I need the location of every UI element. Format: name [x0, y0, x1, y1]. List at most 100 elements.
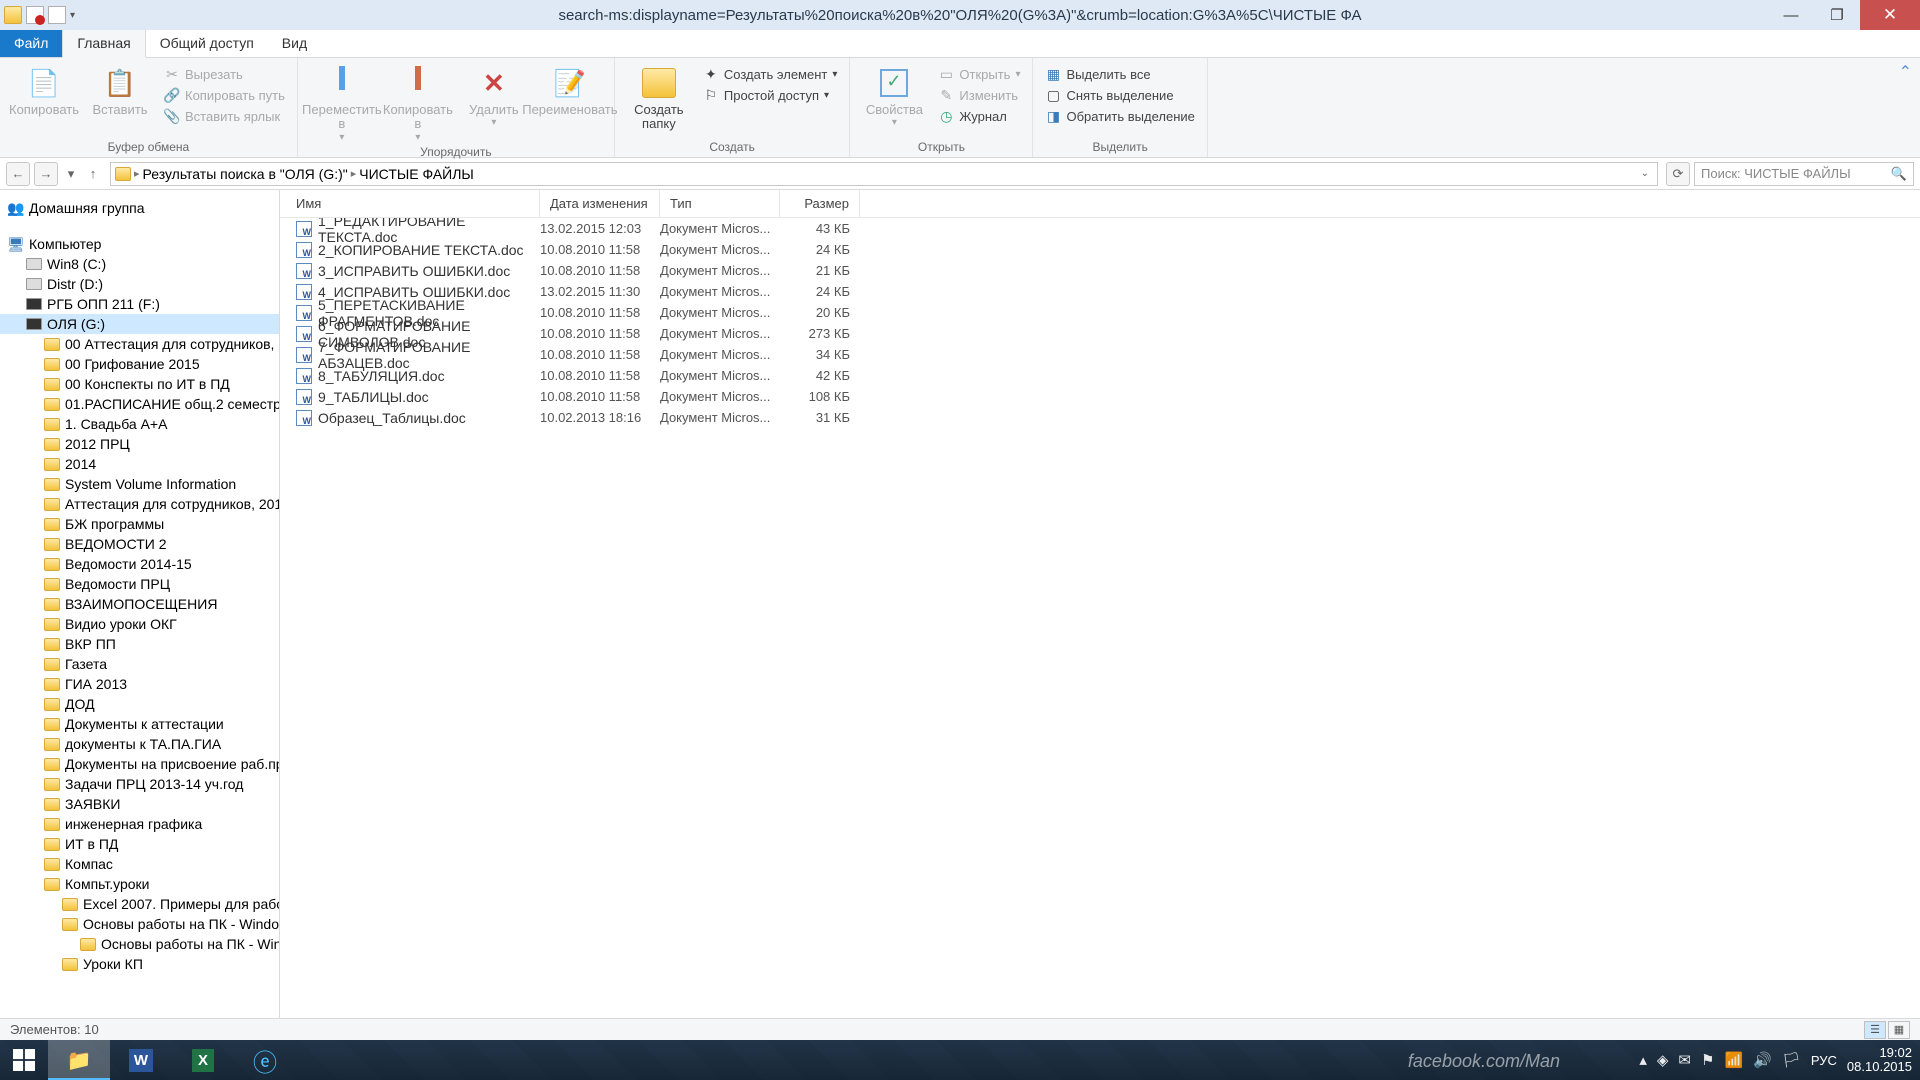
tray-icon[interactable]: ✉ [1678, 1051, 1691, 1069]
file-row[interactable]: 1_РЕДАКТИРОВАНИЕ ТЕКСТА.doc13.02.2015 12… [280, 218, 1920, 239]
tree-item[interactable]: ДОД [0, 694, 279, 714]
chevron-right-icon[interactable]: ▸ [134, 167, 140, 180]
tab-view[interactable]: Вид [268, 29, 321, 57]
ribbon-collapse-icon[interactable]: ⌃ [1891, 58, 1920, 157]
maximize-button[interactable]: ❐ [1814, 0, 1860, 30]
tree-item[interactable]: ЗАЯВКИ [0, 794, 279, 814]
nav-forward-button[interactable]: → [34, 162, 58, 186]
tray-network-icon[interactable]: 📶 [1724, 1051, 1743, 1069]
qat-dropdown-icon[interactable]: ▾ [70, 10, 75, 21]
start-button[interactable] [0, 1040, 48, 1080]
col-date[interactable]: Дата изменения [540, 190, 660, 217]
tray-icon[interactable]: ◈ [1657, 1051, 1669, 1069]
tree-item[interactable]: ВКР ПП [0, 634, 279, 654]
tab-share[interactable]: Общий доступ [146, 29, 268, 57]
tree-item[interactable]: 00 Грифование 2015 [0, 354, 279, 374]
tray-flag-icon[interactable]: 🏳 [1782, 1051, 1801, 1069]
tree-item[interactable]: 00 Конспекты по ИТ в ПД [0, 374, 279, 394]
search-input[interactable]: Поиск: ЧИСТЫЕ ФАЙЛЫ 🔍 [1694, 162, 1914, 186]
tree-item[interactable]: документы к ТА.ПА.ГИА [0, 734, 279, 754]
properties-button[interactable]: Свойства▾ [858, 62, 930, 128]
delete-button[interactable]: ✕Удалить▾ [458, 62, 530, 128]
tree-item[interactable]: Основы работы на ПК - Windows XI [0, 914, 279, 934]
tab-file[interactable]: Файл [0, 29, 62, 57]
tree-item[interactable]: инженерная графика [0, 814, 279, 834]
paste-shortcut-button[interactable]: 📎Вставить ярлык [160, 107, 289, 125]
close-button[interactable]: ✕ [1860, 0, 1920, 30]
file-row[interactable]: 3_ИСПРАВИТЬ ОШИБКИ.doc10.08.2010 11:58До… [280, 260, 1920, 281]
nav-back-button[interactable]: ← [6, 162, 30, 186]
select-invert-button[interactable]: ◨Обратить выделение [1041, 107, 1198, 125]
col-size[interactable]: Размер [780, 190, 860, 217]
qat-new-icon[interactable] [48, 6, 66, 24]
select-none-button[interactable]: ▢Снять выделение [1041, 86, 1198, 104]
tree-item[interactable]: Основы работы на ПК - Windows [0, 934, 279, 954]
tray-up-icon[interactable]: ▴ [1639, 1051, 1647, 1069]
easy-access-button[interactable]: ⚐Простой доступ▾ [699, 86, 842, 104]
tree-item[interactable]: ВЗАИМОПОСЕЩЕНИЯ [0, 594, 279, 614]
tree-item[interactable]: Ведомости 2014-15 [0, 554, 279, 574]
view-details-button[interactable]: ☰ [1864, 1021, 1886, 1039]
tray-lang[interactable]: РУС [1811, 1053, 1837, 1068]
edit-button[interactable]: ✎Изменить [934, 86, 1024, 104]
col-type[interactable]: Тип [660, 190, 780, 217]
task-ie[interactable]: ⓔ [234, 1040, 296, 1080]
move-to-button[interactable]: Переместить в▾ [306, 62, 378, 143]
tree-item[interactable]: Win8 (C:) [0, 254, 279, 274]
history-button[interactable]: ◷Журнал [934, 107, 1024, 125]
tree-item[interactable]: ГИА 2013 [0, 674, 279, 694]
tree-item[interactable]: System Volume Information [0, 474, 279, 494]
tree-item[interactable]: 1. Свадьба А+А [0, 414, 279, 434]
tree-item[interactable]: ВЕДОМОСТИ 2 [0, 534, 279, 554]
select-all-button[interactable]: ▦Выделить все [1041, 65, 1198, 83]
view-large-button[interactable]: ▦ [1888, 1021, 1910, 1039]
tree-item[interactable]: 01.РАСПИСАНИЕ общ.2 семестр [0, 394, 279, 414]
tree-item[interactable]: Excel 2007. Примеры для работы [0, 894, 279, 914]
open-button[interactable]: ▭Открыть▾ [934, 65, 1024, 83]
col-name[interactable]: Имя [280, 190, 540, 217]
refresh-button[interactable]: ⟳ [1666, 162, 1690, 186]
tree-item[interactable]: 2012 ПРЦ [0, 434, 279, 454]
file-row[interactable]: 7_ФОРМАТИРОВАНИЕ АБЗАЦЕВ.doc10.08.2010 1… [280, 344, 1920, 365]
paste-button[interactable]: 📋Вставить [84, 62, 156, 117]
tree-item[interactable]: Документы к аттестации [0, 714, 279, 734]
address-dropdown-icon[interactable]: ⌄ [1637, 168, 1653, 179]
copy-to-button[interactable]: Копировать в▾ [382, 62, 454, 143]
tree-item[interactable]: Ведомости ПРЦ [0, 574, 279, 594]
cut-button[interactable]: ✂Вырезать [160, 65, 289, 83]
qat-folder-icon[interactable] [4, 6, 22, 24]
breadcrumb-2[interactable]: ЧИСТЫЕ ФАЙЛЫ [359, 166, 474, 182]
tray-icon[interactable]: ⚑ [1701, 1051, 1714, 1069]
task-excel[interactable]: X [172, 1040, 234, 1080]
tree-item[interactable]: Компьт.уроки [0, 874, 279, 894]
tree-item[interactable]: ИТ в ПД [0, 834, 279, 854]
tree-item[interactable]: 00 Аттестация для сотрудников, 2014 [0, 334, 279, 354]
rename-button[interactable]: 📝Переименовать [534, 62, 606, 117]
file-row[interactable]: 2_КОПИРОВАНИЕ ТЕКСТА.doc10.08.2010 11:58… [280, 239, 1920, 260]
tab-home[interactable]: Главная [62, 28, 145, 58]
tree-item[interactable]: Задачи ПРЦ 2013-14 уч.год [0, 774, 279, 794]
file-row[interactable]: Образец_Таблицы.doc10.02.2013 18:16Докум… [280, 407, 1920, 428]
tray-clock[interactable]: 19:02 08.10.2015 [1847, 1046, 1912, 1075]
tray-volume-icon[interactable]: 🔊 [1753, 1051, 1772, 1069]
tree-item[interactable]: ОЛЯ (G:) [0, 314, 279, 334]
task-explorer[interactable]: 📁 [48, 1040, 110, 1080]
tree-item[interactable]: Аттестация для сотрудников, 2014 [0, 494, 279, 514]
task-word[interactable]: W [110, 1040, 172, 1080]
tree-item[interactable]: РГБ ОПП 211 (F:) [0, 294, 279, 314]
file-row[interactable]: 8_ТАБУЛЯЦИЯ.doc10.08.2010 11:58Документ … [280, 365, 1920, 386]
new-item-button[interactable]: ✦Создать элемент▾ [699, 65, 842, 83]
nav-up-button[interactable]: ↑ [84, 162, 102, 186]
tree-item[interactable]: 👥Домашняя группа [0, 198, 279, 218]
tree-item[interactable]: Компас [0, 854, 279, 874]
new-folder-button[interactable]: Создать папку [623, 62, 695, 132]
nav-recent-dropdown[interactable]: ▾ [62, 162, 80, 186]
tree-item[interactable]: 🖥Компьютер [0, 234, 279, 254]
minimize-button[interactable]: — [1768, 0, 1814, 30]
tree-item[interactable]: Уроки КП [0, 954, 279, 974]
tree-item[interactable]: Газета [0, 654, 279, 674]
file-row[interactable]: 9_ТАБЛИЦЫ.doc10.08.2010 11:58Документ Mi… [280, 386, 1920, 407]
tree-item[interactable]: Видио уроки ОКГ [0, 614, 279, 634]
address-bar[interactable]: ▸ Результаты поиска в "ОЛЯ (G:)" ▸ ЧИСТЫ… [110, 162, 1658, 186]
qat-properties-icon[interactable] [26, 6, 44, 24]
